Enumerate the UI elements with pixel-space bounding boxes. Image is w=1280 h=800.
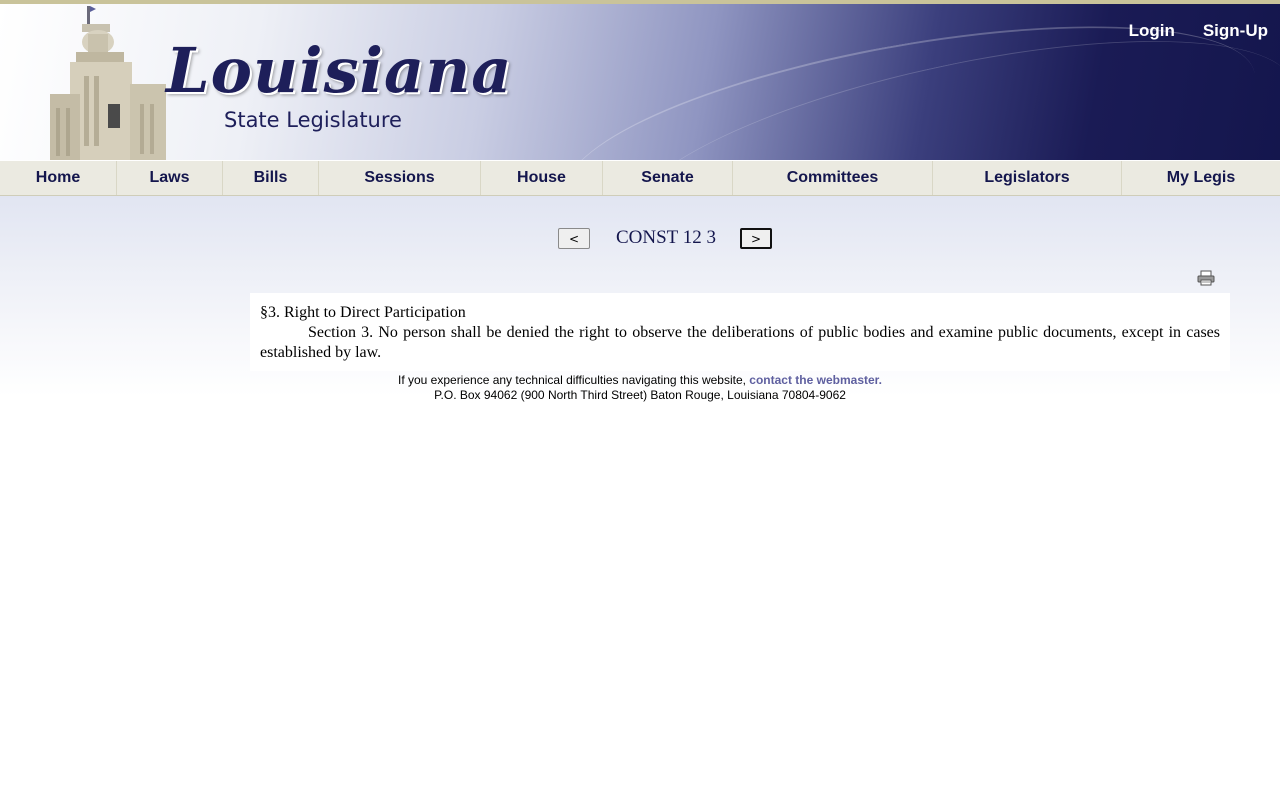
logo-subtitle: State Legislature — [224, 108, 402, 132]
nav-item-home[interactable]: Home — [0, 161, 117, 195]
nav-item-senate[interactable]: Senate — [603, 161, 733, 195]
nav-item-sessions[interactable]: Sessions — [319, 161, 481, 195]
main-nav: Home Laws Bills Sessions House Senate Co… — [0, 160, 1280, 196]
next-button[interactable]: > — [740, 228, 772, 249]
law-pager: < CONST 12 3 > — [558, 227, 772, 249]
footer-help-line: If you experience any technical difficul… — [250, 373, 1030, 388]
section-heading: §3. Right to Direct Participation — [260, 304, 466, 321]
footer-address: P.O. Box 94062 (900 North Third Street) … — [434, 388, 846, 402]
nav-item-legislators[interactable]: Legislators — [933, 161, 1122, 195]
logo-wordmark: Louisiana — [166, 34, 513, 107]
signup-link[interactable]: Sign-Up — [1203, 21, 1268, 41]
nav-item-bills[interactable]: Bills — [223, 161, 319, 195]
account-links: Login Sign-Up — [1129, 21, 1268, 41]
nav-item-laws[interactable]: Laws — [117, 161, 223, 195]
previous-button[interactable]: < — [558, 228, 590, 249]
footer: If you experience any technical difficul… — [250, 373, 1030, 403]
nav-item-committees[interactable]: Committees — [733, 161, 933, 195]
contact-webmaster-link[interactable]: contact the webmaster. — [749, 373, 882, 387]
nav-item-my-legis[interactable]: My Legis — [1122, 161, 1280, 195]
login-link[interactable]: Login — [1129, 21, 1175, 41]
footer-help-text: If you experience any technical difficul… — [397, 373, 750, 387]
print-icon[interactable] — [1197, 270, 1215, 286]
law-document: §3. Right to Direct Participation Sectio… — [250, 293, 1230, 371]
nav-item-house[interactable]: House — [481, 161, 603, 195]
law-citation-title: CONST 12 3 — [616, 227, 716, 248]
section-body: Section 3. No person shall be denied the… — [260, 324, 1220, 361]
header-banner: Louisiana State Legislature Login Sign-U… — [0, 0, 1280, 160]
capitol-building-image — [50, 6, 166, 160]
